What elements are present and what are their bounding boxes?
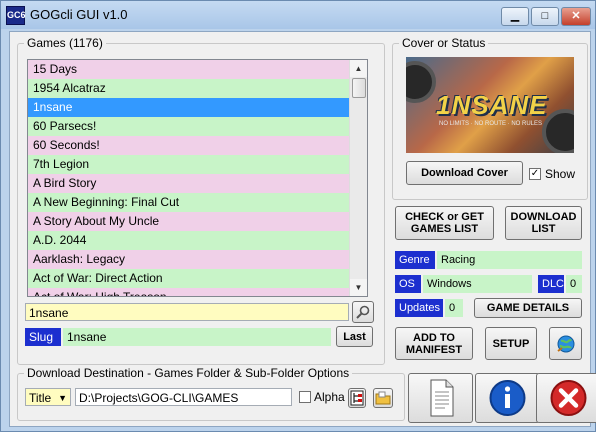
- cover-tagline: NO LIMITS · NO ROUTE · NO RULES: [439, 121, 543, 127]
- scroll-down-icon[interactable]: ▼: [350, 279, 367, 296]
- games-scrollbar[interactable]: ▲ ▼: [349, 60, 367, 296]
- window-title: GOGcli GUI v1.0: [30, 7, 128, 22]
- list-item[interactable]: 7th Legion: [28, 155, 367, 174]
- cover-legend: Cover or Status: [399, 36, 489, 50]
- os-value: Windows: [423, 275, 532, 293]
- list-item[interactable]: 60 Seconds!: [28, 136, 367, 155]
- search-button[interactable]: [352, 301, 374, 323]
- add-to-manifest-button[interactable]: ADD TO MANIFEST: [395, 327, 473, 360]
- title-bar[interactable]: GC6 GOGcli GUI v1.0 ▁ □ ✕: [1, 1, 595, 29]
- subfolder-button[interactable]: [348, 388, 366, 408]
- log-button[interactable]: [408, 373, 473, 423]
- subfolder-mode-select[interactable]: Title ▼: [25, 388, 71, 406]
- scroll-up-icon[interactable]: ▲: [350, 60, 367, 77]
- games-legend: Games (1176): [24, 36, 106, 50]
- cover-wheel: [406, 61, 436, 103]
- list-item[interactable]: A Story About My Uncle: [28, 212, 367, 231]
- folder-icon: [375, 391, 391, 405]
- download-cover-button[interactable]: Download Cover: [406, 161, 523, 185]
- info-icon: [489, 380, 526, 416]
- list-item[interactable]: Act of War: Direct Action: [28, 269, 367, 288]
- last-button[interactable]: Last: [336, 326, 373, 347]
- info-button[interactable]: [475, 373, 540, 423]
- cover-logo: 1NSANE: [436, 90, 548, 120]
- list-item[interactable]: 1954 Alcatraz: [28, 79, 367, 98]
- genre-value: Racing: [437, 251, 582, 269]
- os-label: OS: [395, 275, 421, 293]
- minimize-button[interactable]: ▁: [501, 7, 529, 26]
- list-item[interactable]: A New Beginning: Final Cut: [28, 193, 367, 212]
- maximize-button[interactable]: □: [531, 7, 559, 26]
- folder-tree-icon: [350, 390, 364, 406]
- show-checkbox[interactable]: ✓: [529, 168, 541, 180]
- search-icon: [356, 305, 370, 319]
- dlc-value: 0: [566, 275, 582, 293]
- slug-label: Slug: [25, 328, 61, 346]
- list-item[interactable]: Act of War: High Treason: [28, 288, 367, 296]
- dlc-label: DLC: [538, 275, 564, 293]
- games-list[interactable]: 15 Days 1954 Alcatraz 1nsane 60 Parsecs! 60 …: [27, 59, 368, 297]
- list-item[interactable]: 1nsane: [28, 98, 367, 117]
- app-icon: GC6: [6, 6, 26, 25]
- close-window-button[interactable]: ✕: [561, 7, 591, 26]
- games-rows: 15 Days 1954 Alcatraz 1nsane 60 Parsecs! 60 …: [28, 60, 367, 296]
- subfolder-mode-value: Title: [29, 391, 52, 405]
- alpha-label: Alpha: [314, 390, 345, 404]
- list-item[interactable]: A.D. 2044: [28, 231, 367, 250]
- list-item[interactable]: 15 Days: [28, 60, 367, 79]
- app-window: GC6 GOGcli GUI v1.0 ▁ □ ✕ Games (1176) 1…: [0, 0, 596, 432]
- genre-label: Genre: [395, 251, 435, 269]
- close-icon: [550, 380, 587, 416]
- list-item[interactable]: A Bird Story: [28, 174, 367, 193]
- list-item[interactable]: Aarklash: Legacy: [28, 250, 367, 269]
- check-get-games-list-button[interactable]: CHECK or GET GAMES LIST: [395, 206, 494, 240]
- setup-button[interactable]: SETUP: [485, 327, 537, 360]
- alpha-checkbox[interactable]: [299, 391, 311, 403]
- games-folder-path-input[interactable]: D:\Projects\GOG-CLI\GAMES: [75, 388, 292, 406]
- slug-value: 1nsane: [63, 328, 331, 346]
- web-button[interactable]: [549, 327, 582, 360]
- show-label: Show: [545, 167, 576, 181]
- document-icon: [430, 379, 454, 417]
- list-item[interactable]: 60 Parsecs!: [28, 117, 367, 136]
- open-folder-button[interactable]: [373, 388, 393, 408]
- updates-value: 0: [445, 299, 463, 317]
- game-details-button[interactable]: GAME DETAILS: [474, 298, 582, 318]
- scroll-thumb[interactable]: [352, 78, 366, 98]
- download-list-button[interactable]: DOWNLOAD LIST: [505, 206, 582, 240]
- globe-icon: [556, 335, 574, 352]
- cover-image: 1NSANE NO LIMITS · NO ROUTE · NO RULES: [406, 57, 574, 153]
- download-destination-legend: Download Destination - Games Folder & Su…: [24, 366, 353, 380]
- search-input[interactable]: 1nsane: [25, 303, 349, 321]
- updates-label: Updates: [395, 299, 443, 317]
- chevron-down-icon[interactable]: ▼: [58, 389, 67, 407]
- exit-button[interactable]: [536, 373, 596, 423]
- client-area: Games (1176) 15 Days 1954 Alcatraz 1nsane 6…: [9, 31, 596, 427]
